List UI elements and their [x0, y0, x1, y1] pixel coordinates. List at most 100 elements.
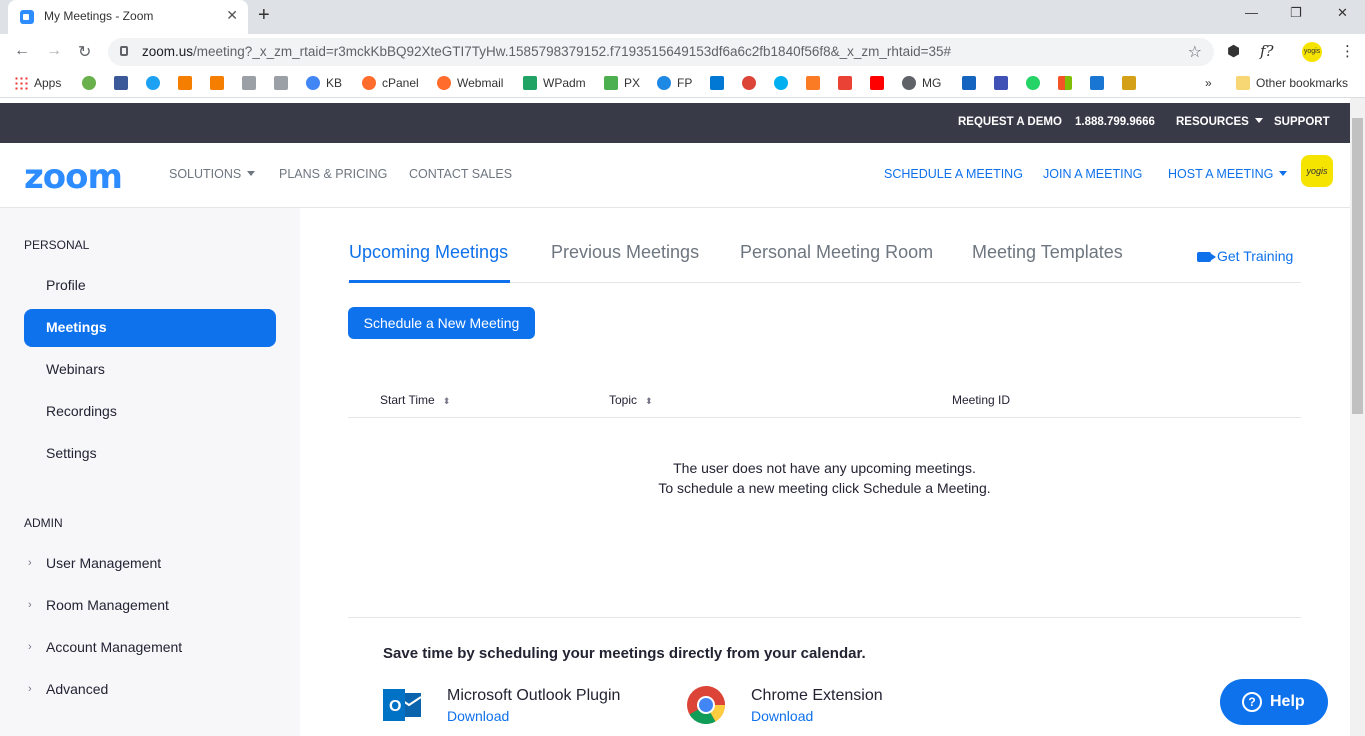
- chevron-right-icon: ›: [28, 599, 32, 611]
- tab-personal-meeting-room[interactable]: Personal Meeting Room: [740, 242, 933, 263]
- cpanel-icon: [362, 76, 376, 90]
- sidebar-item-profile[interactable]: Profile: [46, 277, 86, 293]
- extension-icon[interactable]: ⬢: [1227, 42, 1240, 60]
- windows-icon[interactable]: [1058, 76, 1078, 90]
- profile-avatar[interactable]: yogis: [1302, 42, 1322, 62]
- google-icon: [306, 76, 320, 90]
- svg-text:O: O: [389, 698, 401, 715]
- contact-sales-link[interactable]: CONTACT SALES: [409, 167, 512, 181]
- chevron-right-icon: ›: [28, 557, 32, 569]
- sidebar-item-room-management[interactable]: Room Management: [46, 597, 169, 613]
- sidebar-item-webinars[interactable]: Webinars: [46, 361, 105, 377]
- section-divider: [348, 617, 1301, 618]
- column-topic[interactable]: Topic ⬍: [609, 393, 653, 407]
- yt-mp3-icon[interactable]: [962, 76, 982, 90]
- outlook-icon: O: [383, 689, 422, 721]
- empty-state-line1: The user does not have any upcoming meet…: [673, 460, 976, 476]
- sort-icon: ⬍: [442, 396, 451, 406]
- sidebar-item-advanced[interactable]: Advanced: [46, 681, 108, 697]
- tab-upcoming-meetings[interactable]: Upcoming Meetings: [349, 242, 508, 263]
- sidebar-item-meetings[interactable]: Meetings: [24, 309, 276, 347]
- tab-meeting-templates[interactable]: Meeting Templates: [972, 242, 1123, 263]
- window-close-icon[interactable]: ✕: [1337, 5, 1348, 21]
- bookmark-cpanel[interactable]: cPanel: [362, 76, 419, 90]
- chat-icon[interactable]: [994, 76, 1014, 90]
- new-tab-icon[interactable]: +: [258, 4, 270, 27]
- facebook-icon[interactable]: [114, 76, 134, 90]
- avatar[interactable]: yogis: [1301, 155, 1333, 187]
- bookmark-icon[interactable]: [82, 76, 102, 90]
- get-training-link[interactable]: Get Training: [1197, 248, 1293, 264]
- folder-icon: [1236, 76, 1250, 90]
- sidebar-item-settings[interactable]: Settings: [46, 445, 97, 461]
- join-meeting-link[interactable]: JOIN A MEETING: [1043, 167, 1142, 181]
- sidebar-item-recordings[interactable]: Recordings: [46, 403, 117, 419]
- admin-section-label: ADMIN: [24, 516, 63, 530]
- meetings-table-header: Start Time ⬍ Topic ⬍ Meeting ID: [348, 383, 1301, 418]
- phone-link[interactable]: 1.888.799.9666: [1075, 116, 1155, 128]
- blogger-icon-2[interactable]: [210, 76, 230, 90]
- bookmark-webmail[interactable]: Webmail: [437, 76, 503, 90]
- lock-icon: [120, 46, 128, 56]
- outlook-download-link[interactable]: Download: [447, 708, 509, 724]
- help-button[interactable]: ? Help: [1220, 679, 1328, 725]
- browser-toolbar: ← → ↻ zoom.us/meeting?_x_zm_rtaid=r3mckK…: [0, 34, 1365, 70]
- column-start-time[interactable]: Start Time ⬍: [380, 393, 450, 407]
- chrome-extension-title: Chrome Extension: [751, 687, 883, 704]
- whatsapp-icon[interactable]: [1026, 76, 1046, 90]
- store-icon[interactable]: [242, 76, 262, 90]
- skype-icon[interactable]: [774, 76, 794, 90]
- px-icon: [604, 76, 618, 90]
- twitter-icon[interactable]: [146, 76, 166, 90]
- address-bar[interactable]: zoom.us/meeting?_x_zm_rtaid=r3mckKbBQ92X…: [108, 38, 1214, 66]
- zoom-topbar: REQUEST A DEMO 1.888.799.9666 RESOURCES …: [0, 103, 1350, 143]
- schedule-meeting-link[interactable]: SCHEDULE A MEETING: [884, 167, 1023, 181]
- forward-icon[interactable]: →: [46, 42, 62, 60]
- bookmark-other[interactable]: Other bookmarks: [1236, 76, 1348, 90]
- reload-icon[interactable]: ↻: [78, 42, 91, 62]
- store-icon-2[interactable]: [274, 76, 294, 90]
- chrome-icon: [687, 686, 726, 725]
- resources-menu[interactable]: RESOURCES: [1176, 116, 1263, 128]
- google-plus-icon[interactable]: [742, 76, 762, 90]
- schedule-new-meeting-button[interactable]: Schedule a New Meeting: [348, 307, 535, 339]
- bookmark-apps[interactable]: Apps: [14, 76, 61, 90]
- browser-tab[interactable]: My Meetings - Zoom ✕: [8, 0, 248, 34]
- minimize-icon[interactable]: —: [1245, 5, 1258, 20]
- xampp-icon[interactable]: [806, 76, 826, 90]
- chrome-download-link[interactable]: Download: [751, 708, 813, 724]
- fp-icon: [657, 76, 671, 90]
- close-tab-icon[interactable]: ✕: [226, 7, 238, 24]
- plans-pricing-link[interactable]: PLANS & PRICING: [279, 167, 387, 181]
- bookmark-fp[interactable]: FP: [657, 76, 692, 90]
- bookmark-wpadm[interactable]: WPadm: [523, 76, 586, 90]
- sidebar-item-user-management[interactable]: User Management: [46, 555, 161, 571]
- bookmark-star-icon[interactable]: ☆: [1188, 42, 1202, 62]
- page-scrollbar[interactable]: [1350, 98, 1365, 736]
- back-icon[interactable]: ←: [14, 42, 30, 60]
- tab-previous-meetings[interactable]: Previous Meetings: [551, 242, 699, 263]
- gmail-icon[interactable]: [838, 76, 858, 90]
- bookmark-app-icon[interactable]: [1090, 76, 1110, 90]
- zoom-logo[interactable]: zoom: [24, 157, 123, 197]
- youtube-icon[interactable]: [870, 76, 890, 90]
- menu-kebab-icon[interactable]: ⋮: [1340, 42, 1355, 60]
- blogger-icon[interactable]: [178, 76, 198, 90]
- scrollbar-thumb[interactable]: [1352, 118, 1363, 414]
- more-bookmarks-icon[interactable]: »: [1205, 76, 1212, 90]
- solutions-menu[interactable]: SOLUTIONS: [169, 167, 256, 181]
- formula-extension-icon[interactable]: f?: [1260, 42, 1274, 60]
- host-meeting-menu[interactable]: HOST A MEETING: [1168, 167, 1288, 181]
- globe-icon: [902, 76, 916, 90]
- bookmark-fm-icon[interactable]: [1122, 76, 1142, 90]
- sidebar-item-account-management[interactable]: Account Management: [46, 639, 182, 655]
- calendar-heading: Save time by scheduling your meetings di…: [383, 645, 866, 662]
- bookmark-kb[interactable]: KB: [306, 76, 342, 90]
- bing-icon[interactable]: [710, 76, 730, 90]
- bookmark-px[interactable]: PX: [604, 76, 640, 90]
- support-link[interactable]: SUPPORT: [1274, 116, 1330, 128]
- request-demo-link[interactable]: REQUEST A DEMO: [958, 116, 1062, 128]
- bookmark-mg[interactable]: MG: [902, 76, 941, 90]
- restore-icon[interactable]: ❐: [1290, 5, 1302, 21]
- url-text[interactable]: zoom.us/meeting?_x_zm_rtaid=r3mckKbBQ92X…: [142, 44, 951, 59]
